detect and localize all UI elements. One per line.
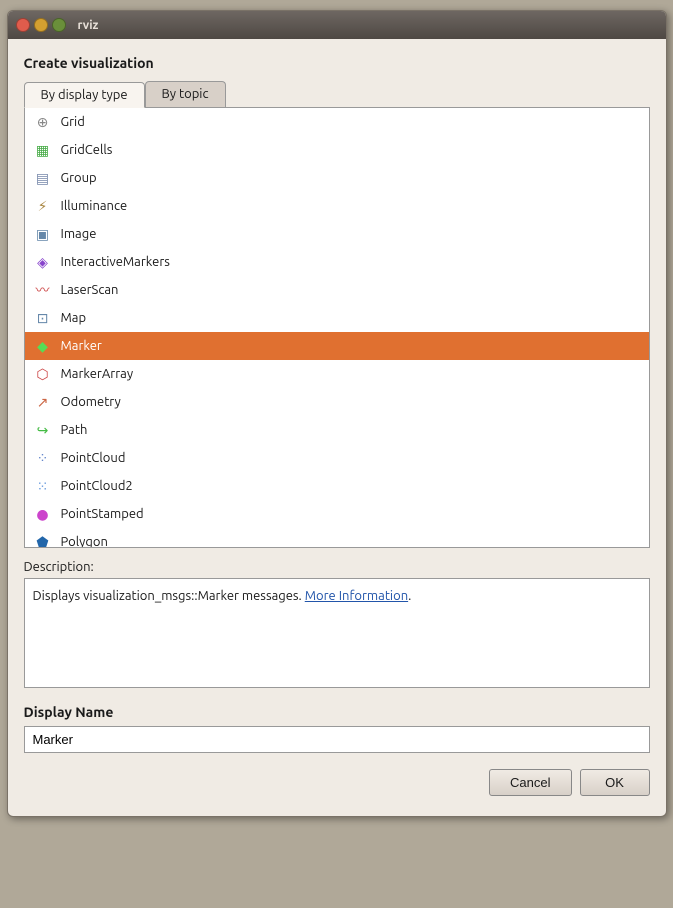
list-item-gridcells[interactable]: ▦ GridCells <box>25 136 649 164</box>
tab-by-display-type[interactable]: By display type <box>24 82 145 108</box>
pointcloud-icon: ⁘ <box>33 448 53 468</box>
illuminance-icon: ⚡ <box>33 196 53 216</box>
close-button[interactable] <box>16 18 30 32</box>
grid-label: Grid <box>61 115 85 129</box>
image-label: Image <box>61 227 97 241</box>
interactivemarkers-icon: ◈ <box>33 252 53 272</box>
tab-bar: By display type By topic <box>24 81 650 108</box>
display-name-input[interactable] <box>24 726 650 753</box>
more-information-link[interactable]: More Information <box>305 589 408 603</box>
marker-icon: ◆ <box>33 336 53 356</box>
list-item-laserscan[interactable]: 〰 LaserScan <box>25 276 649 304</box>
display-name-section: Display Name <box>24 704 650 753</box>
markerarray-icon: ⬡ <box>33 364 53 384</box>
cancel-button[interactable]: Cancel <box>489 769 571 796</box>
window-controls <box>16 18 66 32</box>
list-item-image[interactable]: ▣ Image <box>25 220 649 248</box>
list-item-odometry[interactable]: ↗ Odometry <box>25 388 649 416</box>
path-icon: ↪ <box>33 420 53 440</box>
description-box: Displays visualization_msgs::Marker mess… <box>24 578 650 688</box>
tab-by-topic[interactable]: By topic <box>145 81 226 107</box>
laserscan-icon: 〰 <box>33 280 53 300</box>
markerarray-label: MarkerArray <box>61 367 134 381</box>
list-item-pointcloud2[interactable]: ⁙ PointCloud2 <box>25 472 649 500</box>
polygon-label: Polygon <box>61 535 108 548</box>
list-item-pointstamped[interactable]: ● PointStamped <box>25 500 649 528</box>
list-item-interactivemarkers[interactable]: ◈ InteractiveMarkers <box>25 248 649 276</box>
list-item-group[interactable]: ▤ Group <box>25 164 649 192</box>
laserscan-label: LaserScan <box>61 283 119 297</box>
dialog-title: Create visualization <box>24 55 650 71</box>
list-item-path[interactable]: ↪ Path <box>25 416 649 444</box>
list-item-pointcloud[interactable]: ⁘ PointCloud <box>25 444 649 472</box>
list-item-marker[interactable]: ◆ Marker <box>25 332 649 360</box>
map-icon: ⊡ <box>33 308 53 328</box>
list-item-map[interactable]: ⊡ Map <box>25 304 649 332</box>
illuminance-label: Illuminance <box>61 199 128 213</box>
image-icon: ▣ <box>33 224 53 244</box>
description-text: Displays visualization_msgs::Marker mess… <box>33 589 305 603</box>
window-title: rviz <box>78 19 99 32</box>
list-item-grid[interactable]: ⊕ Grid <box>25 108 649 136</box>
odometry-label: Odometry <box>61 395 121 409</box>
gridcells-icon: ▦ <box>33 140 53 160</box>
ok-button[interactable]: OK <box>580 769 650 796</box>
grid-icon: ⊕ <box>33 112 53 132</box>
titlebar: rviz <box>8 11 666 39</box>
list-item-markerarray[interactable]: ⬡ MarkerArray <box>25 360 649 388</box>
maximize-button[interactable] <box>52 18 66 32</box>
polygon-icon: ⬟ <box>33 532 53 548</box>
pointcloud-label: PointCloud <box>61 451 126 465</box>
window-content: Create visualization By display type By … <box>8 39 666 816</box>
pointstamped-label: PointStamped <box>61 507 144 521</box>
group-icon: ▤ <box>33 168 53 188</box>
map-label: Map <box>61 311 87 325</box>
main-window: rviz Create visualization By display typ… <box>7 10 667 817</box>
path-label: Path <box>61 423 88 437</box>
display-name-label: Display Name <box>24 704 650 720</box>
pointstamped-icon: ● <box>33 504 53 524</box>
pointcloud2-label: PointCloud2 <box>61 479 133 493</box>
pointcloud2-icon: ⁙ <box>33 476 53 496</box>
description-label: Description: <box>24 560 650 574</box>
description-suffix: . <box>408 589 411 603</box>
marker-label: Marker <box>61 339 102 353</box>
group-label: Group <box>61 171 97 185</box>
description-section: Description: Displays visualization_msgs… <box>24 560 650 688</box>
list-item-polygon[interactable]: ⬟ Polygon <box>25 528 649 548</box>
gridcells-label: GridCells <box>61 143 113 157</box>
visualization-list[interactable]: ⊕ Grid ▦ GridCells ▤ Group ⚡ Illuminance… <box>24 108 650 548</box>
button-row: Cancel OK <box>24 769 650 800</box>
list-item-illuminance[interactable]: ⚡ Illuminance <box>25 192 649 220</box>
minimize-button[interactable] <box>34 18 48 32</box>
interactivemarkers-label: InteractiveMarkers <box>61 255 170 269</box>
odometry-icon: ↗ <box>33 392 53 412</box>
